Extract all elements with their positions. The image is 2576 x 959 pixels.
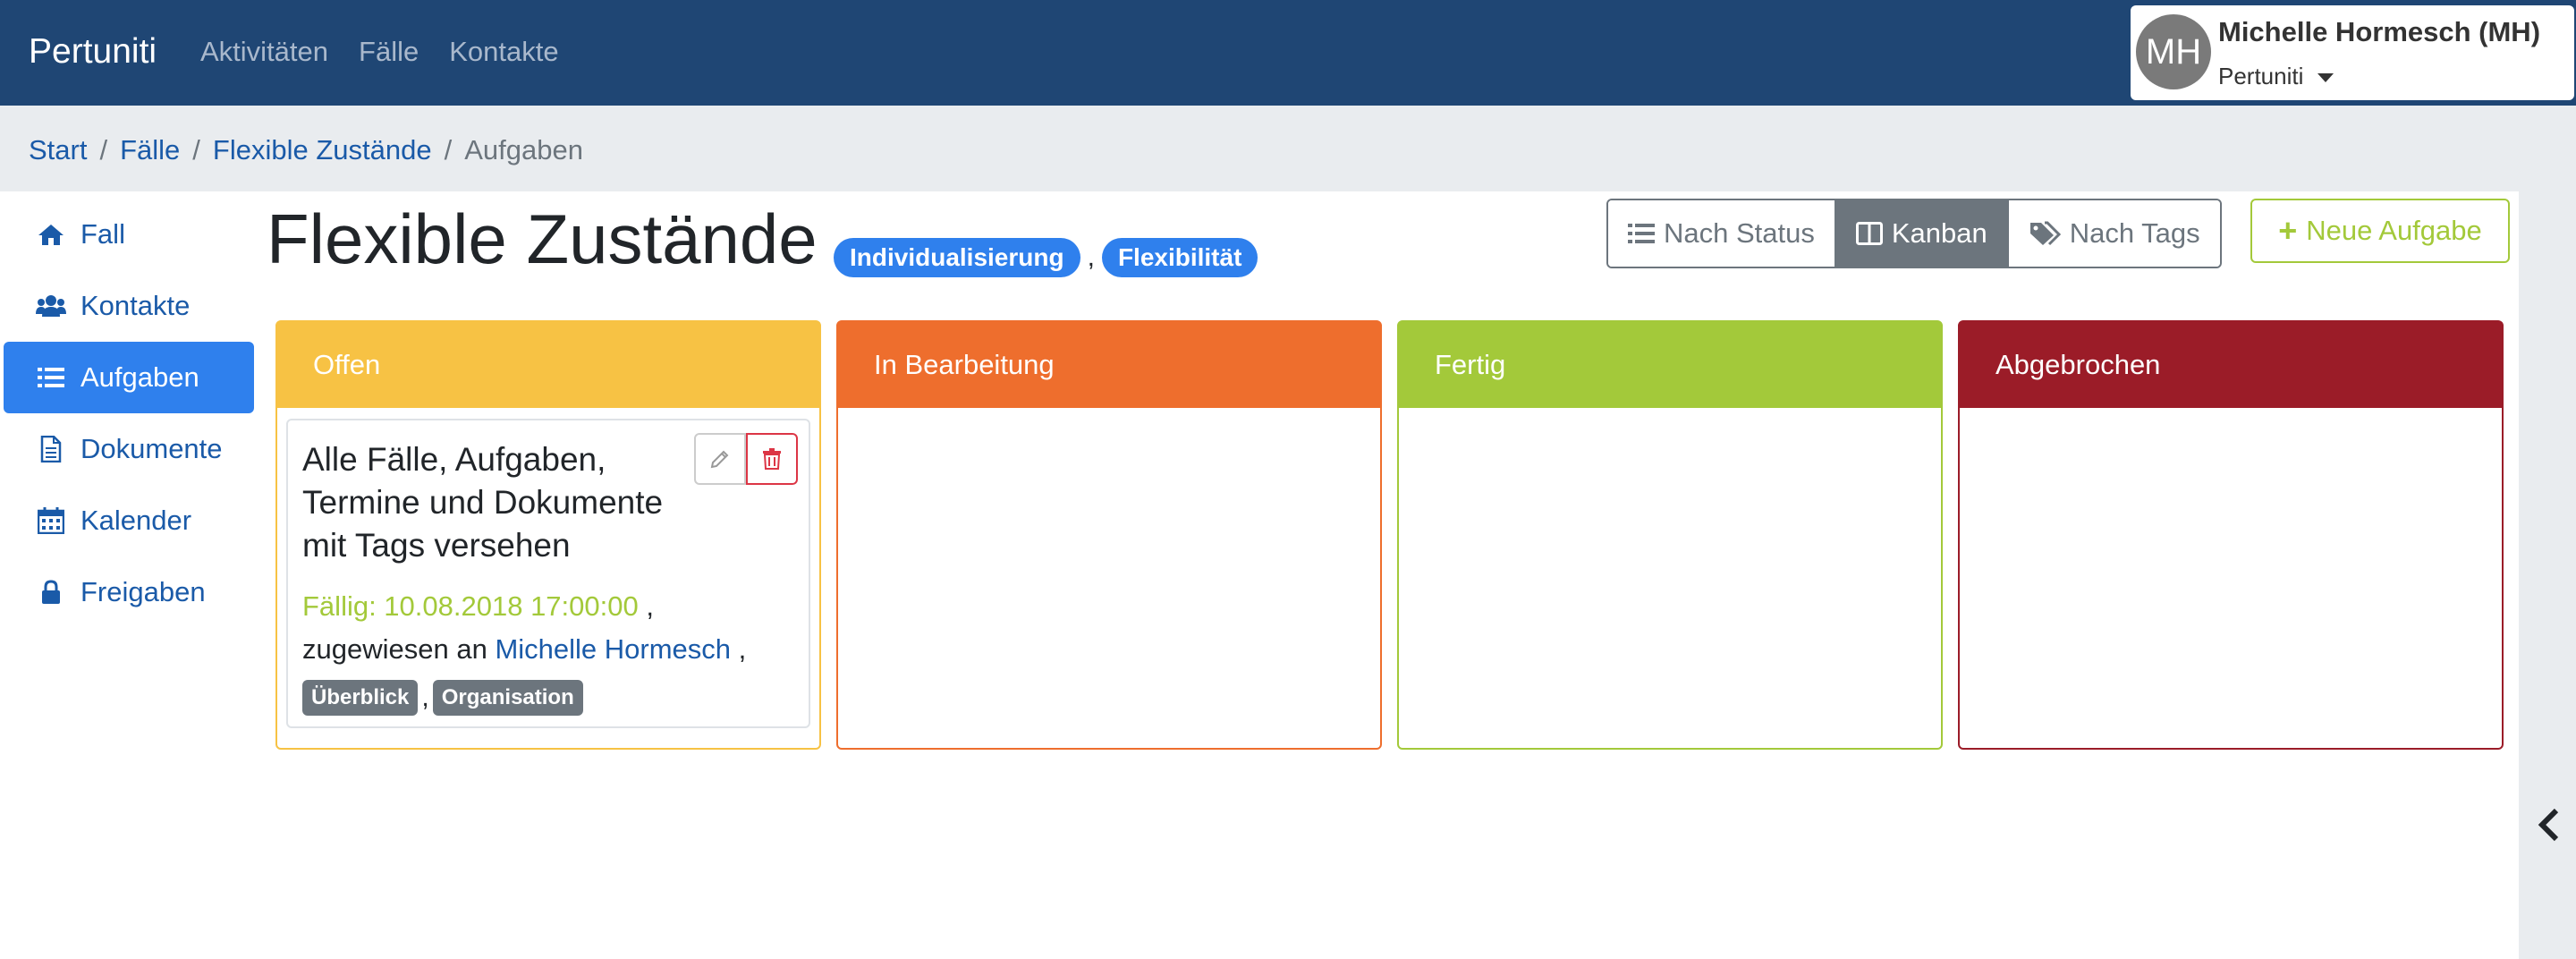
view-kanban-button[interactable]: Kanban [1835,200,2009,267]
users-icon [36,294,66,318]
kanban-column-abgebrochen: Abgebrochen [1958,320,2504,750]
breadcrumb: Start / Fälle / Flexible Zustände / Aufgaben [0,106,2576,191]
task-card[interactable]: Alle Fälle, Aufgaben, Termine und Dokume… [286,419,810,728]
sidebar-item-fall[interactable]: Fall [4,199,254,270]
main-nav: Aktivitäten Fälle Kontakte [200,36,559,68]
kanban-column-in-bearbeitung: In Bearbeitung [836,320,1382,750]
caret-down-icon [2318,73,2334,83]
edit-task-button[interactable] [694,433,746,485]
task-tags: Überblick , Organisation [302,680,583,716]
assigned-prefix: zugewiesen an [302,633,487,665]
new-task-label: Neue Aufgabe [2306,215,2482,246]
chevron-left-icon [2538,808,2559,842]
kanban-column-fertig: Fertig [1397,320,1943,750]
breadcrumb-start[interactable]: Start [29,134,87,165]
nav-link-faelle[interactable]: Fälle [359,36,419,68]
sidebar-item-kontakte[interactable]: Kontakte [4,270,254,342]
user-menu[interactable]: MH Michelle Hormesch (MH) Pertuniti [2131,5,2574,100]
home-icon [36,223,66,246]
sidebar-item-label: Aufgaben [80,361,199,393]
case-sidebar: Fall Kontakte Aufgaben Dokumente Kalende… [4,199,254,628]
view-by-tags-button[interactable]: Nach Tags [2008,200,2220,267]
view-toggle-group: Nach Status Kanban Nach Tags [1606,199,2222,268]
sidebar-item-kalender[interactable]: Kalender [4,485,254,556]
sidebar-item-freigaben[interactable]: Freigaben [4,556,254,628]
tags-icon [2029,221,2061,246]
delete-task-button[interactable] [746,433,798,485]
pencil-icon [710,450,729,469]
list-icon [36,367,66,388]
task-title[interactable]: Alle Fälle, Aufgaben, Termine und Dokume… [302,438,705,567]
list-icon [1628,223,1655,244]
breadcrumb-separator: / [192,134,200,165]
trash-icon [763,448,781,470]
nav-link-kontakte[interactable]: Kontakte [449,36,558,68]
sidebar-item-label: Freigaben [80,576,206,607]
sidebar-item-dokumente[interactable]: Dokumente [4,413,254,485]
task-actions [694,433,798,485]
tag-separator: , [1087,242,1095,272]
task-due-date: Fällig: 10.08.2018 17:00:00 , [302,590,654,623]
sidebar-item-aufgaben[interactable]: Aufgaben [4,342,254,413]
breadcrumb-current: Aufgaben [464,134,583,165]
tag-pill[interactable]: Individualisierung [834,238,1080,277]
task-tag-badge[interactable]: Organisation [432,680,583,716]
page-title: Flexible Zustände [267,199,818,278]
assignee-link[interactable]: Michelle Hormesch [495,633,731,665]
brand-link[interactable]: Pertuniti [29,32,157,72]
task-assignment: zugewiesen an Michelle Hormesch , [302,633,746,666]
case-tags: Individualisierung , Flexibilität [834,238,1258,277]
due-label: Fällig: 10.08.2018 17:00:00 [302,590,639,622]
kanban-column-offen: Offen Alle Fälle, Aufgaben, Termine und … [275,320,821,750]
breadcrumb-separator: / [99,134,108,165]
user-org-dropdown[interactable]: Pertuniti [2218,63,2334,90]
breadcrumb-case[interactable]: Flexible Zustände [213,134,432,165]
sidebar-item-label: Kontakte [80,290,191,321]
view-by-tags-label: Nach Tags [2069,217,2200,249]
user-org-label: Pertuniti [2218,63,2304,89]
file-icon [36,436,66,463]
lock-icon [36,579,66,606]
sidebar-item-label: Kalender [80,505,192,536]
nav-link-aktivitaeten[interactable]: Aktivitäten [200,36,328,68]
tag-pill[interactable]: Flexibilität [1101,238,1258,277]
column-header: In Bearbeitung [838,322,1380,408]
user-name: Michelle Hormesch (MH) [2218,16,2541,47]
avatar: MH [2136,14,2211,89]
column-header: Offen [277,322,819,408]
breadcrumb-faelle[interactable]: Fälle [120,134,180,165]
tag-separator: , [421,683,429,712]
view-kanban-label: Kanban [1891,217,1987,249]
top-navbar: Pertuniti Aktivitäten Fälle Kontakte MH … [0,0,2576,106]
column-header: Abgebrochen [1960,322,2502,408]
task-tag-badge[interactable]: Überblick [302,680,419,716]
columns-icon [1855,222,1883,245]
calendar-icon [36,507,66,534]
column-header: Fertig [1399,322,1941,408]
due-separator: , [646,590,654,622]
sidebar-item-label: Fall [80,218,125,250]
plus-icon: + [2278,212,2298,249]
breadcrumb-separator: / [444,134,453,165]
view-by-status-label: Nach Status [1664,217,1815,249]
new-task-button[interactable]: + Neue Aufgabe [2250,199,2510,263]
side-panel-toggle[interactable] [2519,191,2576,959]
assigned-separator: , [738,633,747,665]
sidebar-item-label: Dokumente [80,433,223,464]
view-by-status-button[interactable]: Nach Status [1608,200,1836,267]
